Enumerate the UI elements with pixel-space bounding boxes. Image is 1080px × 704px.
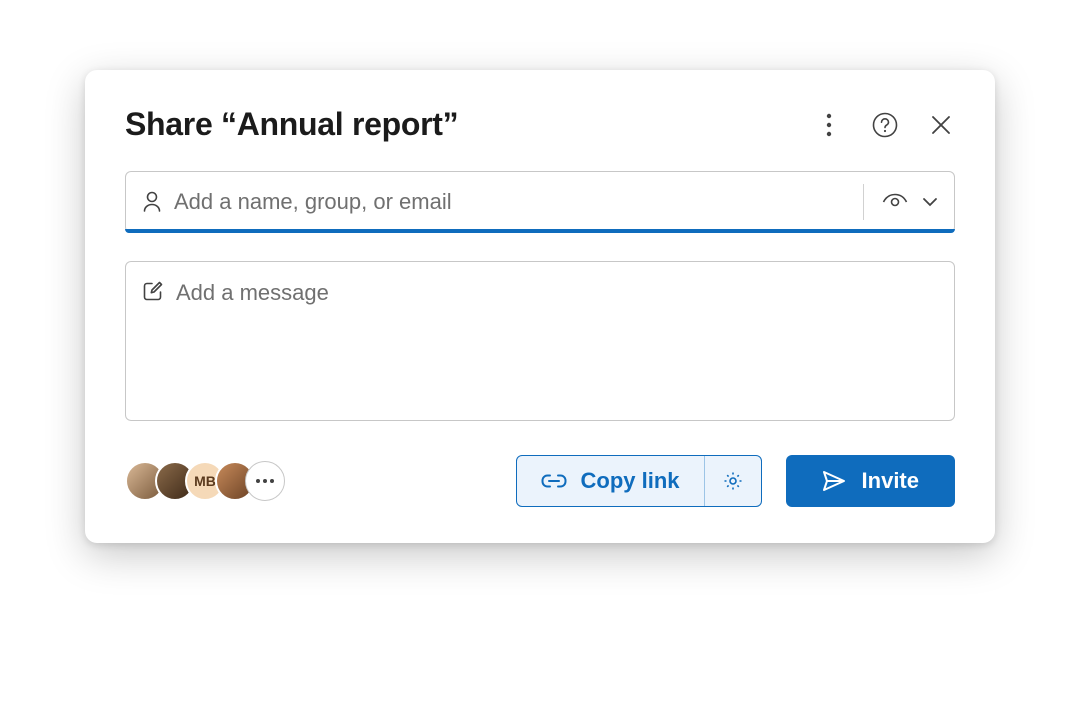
shared-with-avatars[interactable]: MB	[125, 461, 285, 501]
link-settings-button[interactable]	[704, 456, 761, 506]
help-button[interactable]	[871, 111, 899, 139]
footer-actions: Copy link Invite	[516, 455, 955, 507]
divider	[863, 184, 864, 220]
person-icon	[142, 191, 162, 213]
more-avatars-button[interactable]	[245, 461, 285, 501]
send-icon	[822, 470, 846, 492]
chevron-down-icon	[922, 197, 938, 207]
link-icon	[541, 474, 567, 488]
dialog-title: Share “Annual report”	[125, 106, 458, 143]
recipient-input[interactable]	[162, 189, 863, 215]
ellipsis-icon	[256, 479, 274, 483]
close-icon	[931, 115, 951, 135]
message-field[interactable]	[125, 261, 955, 421]
recipient-field[interactable]	[125, 171, 955, 233]
copy-link-button[interactable]: Copy link	[517, 456, 704, 506]
compose-icon	[142, 280, 164, 302]
invite-label: Invite	[862, 468, 919, 494]
share-dialog: Share “Annual report”	[85, 70, 995, 543]
permission-toggle[interactable]	[882, 193, 938, 211]
eye-icon	[882, 193, 908, 211]
dialog-header: Share “Annual report”	[125, 106, 955, 143]
close-button[interactable]	[927, 111, 955, 139]
help-icon	[872, 112, 898, 138]
invite-button[interactable]: Invite	[786, 455, 955, 507]
copy-link-group: Copy link	[516, 455, 762, 507]
message-input[interactable]	[176, 280, 938, 402]
dialog-footer: MB Copy link	[125, 455, 955, 507]
gear-icon	[723, 471, 743, 491]
header-actions	[815, 111, 955, 139]
copy-link-label: Copy link	[581, 468, 680, 494]
more-options-button[interactable]	[815, 111, 843, 139]
more-vertical-icon	[826, 113, 832, 137]
